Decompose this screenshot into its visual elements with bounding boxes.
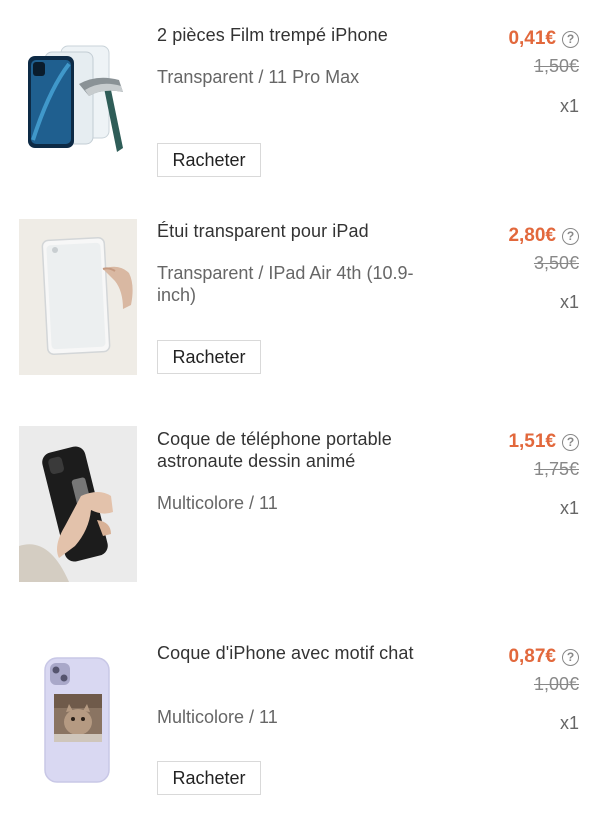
quantity: x1 bbox=[559, 498, 579, 518]
product-thumbnail[interactable] bbox=[19, 426, 137, 582]
quantity: x1 bbox=[559, 713, 579, 733]
product-variant: Multicolore / 11 bbox=[157, 707, 278, 727]
cat-pattern-phone-case-image bbox=[44, 657, 110, 783]
black-phone-case-in-hand-image bbox=[19, 426, 137, 582]
product-variant: Transparent / IPad Air 4th (10.9-inch) bbox=[157, 263, 414, 305]
product-variant: Transparent / 11 Pro Max bbox=[157, 67, 360, 87]
price-row: 1,51€ ? bbox=[508, 431, 579, 453]
product-title[interactable]: Étui transparent pour iPad bbox=[157, 220, 447, 242]
product-title[interactable]: 2 pièces Film trempé iPhone bbox=[157, 24, 447, 46]
sale-price: 1,51€ bbox=[508, 431, 556, 452]
original-price: 1,50€ bbox=[533, 56, 579, 76]
rebuy-button[interactable]: Racheter bbox=[157, 143, 261, 177]
product-title[interactable]: Coque d'iPhone avec motif chat bbox=[157, 642, 417, 664]
quantity: x1 bbox=[559, 96, 579, 116]
sale-price: 0,87€ bbox=[508, 646, 556, 667]
help-icon[interactable]: ? bbox=[562, 648, 579, 666]
original-price: 1,75€ bbox=[533, 459, 579, 479]
product-thumbnail[interactable] bbox=[19, 642, 137, 798]
rebuy-button[interactable]: Racheter bbox=[157, 340, 261, 374]
product-variant: Multicolore / 11 bbox=[157, 493, 278, 513]
sale-price: 0,41€ bbox=[508, 28, 556, 49]
product-thumbnail[interactable] bbox=[19, 30, 137, 186]
sale-price: 2,80€ bbox=[508, 225, 556, 246]
rebuy-button[interactable]: Racheter bbox=[157, 761, 261, 795]
price-row: 0,87€ ? bbox=[508, 646, 579, 668]
help-icon[interactable]: ? bbox=[562, 227, 579, 245]
tempered-glass-hammer-image bbox=[28, 45, 123, 152]
help-icon[interactable]: ? bbox=[562, 30, 579, 48]
original-price: 1,00€ bbox=[533, 674, 579, 694]
help-icon[interactable]: ? bbox=[562, 433, 579, 451]
price-row: 0,41€ ? bbox=[508, 28, 579, 50]
quantity: x1 bbox=[559, 292, 579, 312]
original-price: 3,50€ bbox=[533, 253, 579, 273]
clear-ipad-case-image bbox=[19, 219, 137, 375]
product-thumbnail[interactable] bbox=[19, 219, 137, 375]
price-row: 2,80€ ? bbox=[508, 225, 579, 247]
product-title[interactable]: Coque de téléphone portable astronaute d… bbox=[157, 428, 437, 472]
